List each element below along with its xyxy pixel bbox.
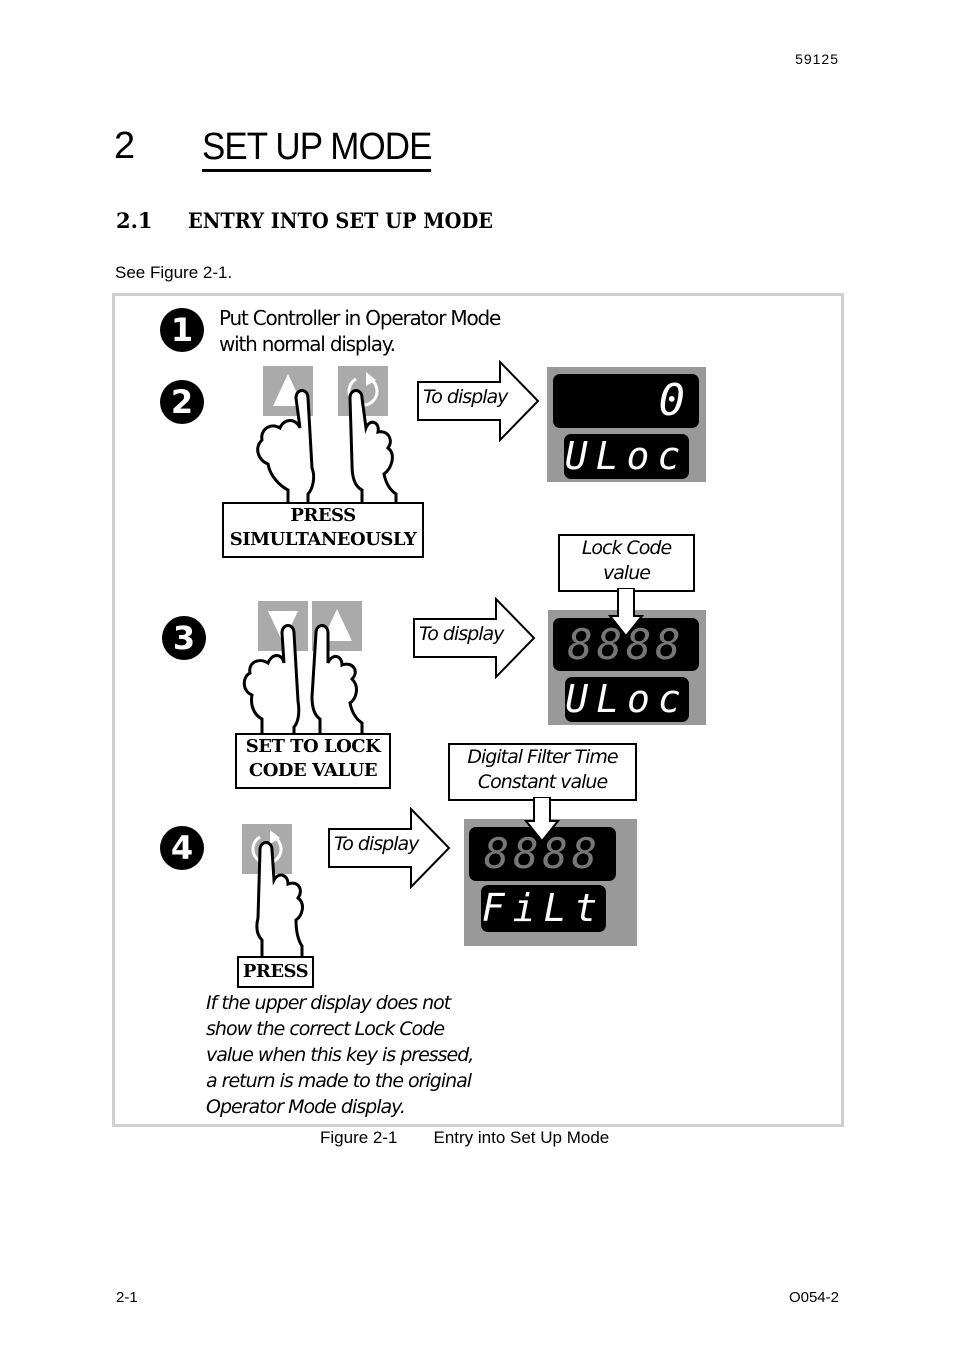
callout-line: value xyxy=(603,562,651,584)
step-1-badge: 1 xyxy=(160,308,204,352)
page-number: 2-1 xyxy=(116,1289,138,1306)
display-panel: 0 ULoc xyxy=(547,367,706,482)
hand-icon xyxy=(255,841,304,958)
note-line: show the correct Lock Code xyxy=(206,1018,445,1040)
step-3-badge: 3 xyxy=(162,616,206,660)
chapter-title: SET UP MODE xyxy=(202,125,432,172)
footer-code: O054-2 xyxy=(788,1289,839,1306)
figure-caption: Figure 2-1 Entry into Set Up Mode xyxy=(320,1128,609,1148)
callout-line: Lock Code xyxy=(581,537,672,559)
lower-display: FiLt xyxy=(481,885,606,932)
label-line: SET TO LOCK xyxy=(245,736,381,757)
note-line: value when this key is pressed, xyxy=(206,1044,474,1066)
note-line: Operator Mode display. xyxy=(206,1096,406,1118)
filter-time-callout: Digital Filter Time Constant value xyxy=(448,743,637,801)
step-2-badge: 2 xyxy=(160,380,204,424)
arrow-label: To display xyxy=(423,386,508,408)
note-line: a return is made to the original xyxy=(206,1070,472,1092)
arrow-label: To display xyxy=(334,833,419,855)
press-label: PRESS xyxy=(237,956,314,988)
label-line: PRESS xyxy=(242,961,309,982)
document-number: 59125 xyxy=(795,51,839,67)
lower-display: ULoc xyxy=(565,677,689,722)
intro-text: See Figure 2-1. xyxy=(115,263,233,282)
label-line: SIMULTANEOUSLY xyxy=(229,529,417,550)
step-1-line: Put Controller in Operator Mode xyxy=(219,306,501,330)
note-text: If the upper display does not show the c… xyxy=(206,990,474,1120)
step-4-badge: 4 xyxy=(160,826,204,870)
step-1-text: Put Controller in Operator Mode with nor… xyxy=(219,305,501,357)
label-line: CODE VALUE xyxy=(248,760,378,781)
set-to-lock-code-label: SET TO LOCK CODE VALUE xyxy=(235,733,391,789)
caption-title: Entry into Set Up Mode xyxy=(433,1128,610,1147)
caption-label: Figure 2-1 xyxy=(320,1128,398,1147)
lower-display-value: ULoc xyxy=(564,434,689,478)
label-line: PRESS xyxy=(290,505,356,526)
lock-code-callout: Lock Code value xyxy=(558,534,695,592)
callout-arrow-overlay-icon xyxy=(608,588,644,638)
lower-display: ULoc xyxy=(564,434,689,479)
callout-line: Constant value xyxy=(477,771,608,793)
lower-display-value: FiLt xyxy=(481,886,606,930)
step-1-line: with normal display. xyxy=(219,332,396,356)
press-simultaneously-label: PRESS SIMULTANEOUSLY xyxy=(222,502,424,558)
lower-display-value: ULoc xyxy=(565,677,689,721)
upper-display-value: 0 xyxy=(658,375,686,426)
note-line: If the upper display does not xyxy=(206,992,451,1014)
chapter-number: 2 xyxy=(114,125,136,167)
callout-line: Digital Filter Time xyxy=(467,746,618,768)
section-title: ENTRY INTO SET UP MODE xyxy=(188,208,493,233)
callout-arrow-down-icon xyxy=(524,797,560,843)
section-number: 2.1 xyxy=(116,208,153,233)
hands-icon xyxy=(242,624,364,735)
hands-icon xyxy=(256,389,398,506)
arrow-label: To display xyxy=(419,623,504,645)
upper-display: 0 xyxy=(553,374,699,428)
